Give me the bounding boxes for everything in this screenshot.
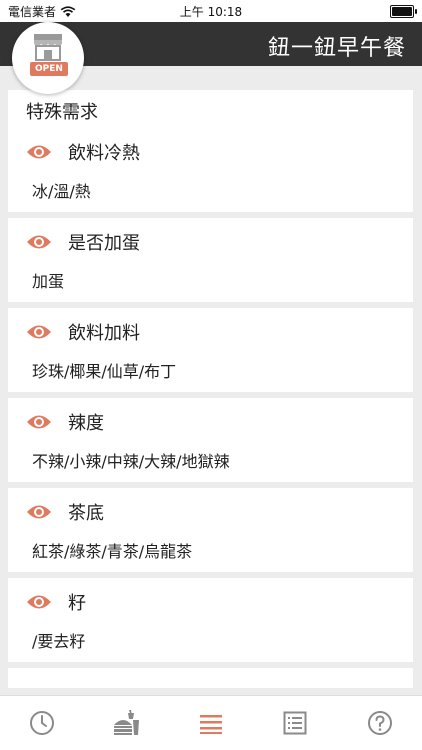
eye-icon[interactable] — [26, 233, 52, 251]
option-values: 珍珠/椰果/仙草/布丁 — [32, 362, 177, 381]
tab-bar — [0, 695, 422, 750]
store-logo[interactable]: OPEN — [12, 22, 84, 94]
option-card-partial — [8, 668, 413, 688]
option-label: 飲料冷熱 — [68, 143, 140, 164]
option-card: 飲料加料 珍珠/椰果/仙草/布丁 — [8, 308, 413, 392]
storefront-icon — [34, 34, 62, 61]
tab-food[interactable] — [84, 696, 168, 750]
clock-icon[interactable] — [29, 710, 55, 736]
option-values: 冰/溫/熱 — [32, 182, 91, 201]
status-time: 上午 10:18 — [179, 5, 243, 19]
option-card: 籽 /要去籽 — [8, 578, 413, 662]
eye-icon[interactable] — [26, 593, 52, 611]
menu-lines-icon[interactable] — [199, 712, 223, 734]
eye-icon[interactable] — [26, 503, 52, 521]
open-badge: OPEN — [30, 62, 68, 76]
section-title: 特殊需求 — [26, 102, 98, 123]
tab-orders[interactable] — [253, 696, 337, 750]
option-header[interactable]: 籽 — [8, 582, 413, 622]
option-header[interactable]: 茶底 — [8, 492, 413, 532]
food-drink-icon[interactable] — [112, 709, 142, 737]
option-card: 是否加蛋 加蛋 — [8, 218, 413, 302]
battery-fill — [392, 7, 412, 16]
option-header[interactable]: 辣度 — [8, 402, 413, 442]
option-card: 特殊需求 飲料冷熱 冰/溫/熱 — [8, 90, 413, 212]
option-values: 加蛋 — [32, 272, 65, 291]
tab-help[interactable] — [338, 696, 422, 750]
option-label: 飲料加料 — [68, 323, 140, 344]
option-label: 籽 — [68, 593, 86, 614]
option-header[interactable]: 是否加蛋 — [8, 222, 413, 262]
tab-history[interactable] — [0, 696, 84, 750]
options-list: 特殊需求 飲料冷熱 冰/溫/熱 是否加蛋 加蛋 飲料加料 珍珠/椰果/仙草/布丁… — [8, 90, 413, 694]
eye-icon[interactable] — [26, 323, 52, 341]
option-label: 是否加蛋 — [68, 233, 140, 254]
option-values: 不辣/小辣/中辣/大辣/地獄辣 — [32, 452, 230, 471]
battery-icon — [390, 5, 417, 18]
option-values: /要去籽 — [32, 632, 86, 651]
option-values: 紅茶/綠茶/青茶/烏龍茶 — [32, 542, 193, 561]
help-icon[interactable] — [367, 710, 393, 736]
page-title: 鈕一鈕早午餐 — [267, 36, 406, 61]
tab-menu[interactable] — [169, 696, 253, 750]
option-label: 辣度 — [68, 413, 104, 434]
eye-icon[interactable] — [26, 143, 52, 161]
option-label: 茶底 — [68, 503, 104, 524]
option-header[interactable]: 飲料冷熱 — [8, 132, 413, 172]
option-card: 茶底 紅茶/綠茶/青茶/烏龍茶 — [8, 488, 413, 572]
option-card: 辣度 不辣/小辣/中辣/大辣/地獄辣 — [8, 398, 413, 482]
option-header[interactable]: 飲料加料 — [8, 312, 413, 352]
eye-icon[interactable] — [26, 413, 52, 431]
status-bar: 電信業者 上午 10:18 — [0, 0, 422, 22]
list-icon[interactable] — [283, 711, 307, 735]
